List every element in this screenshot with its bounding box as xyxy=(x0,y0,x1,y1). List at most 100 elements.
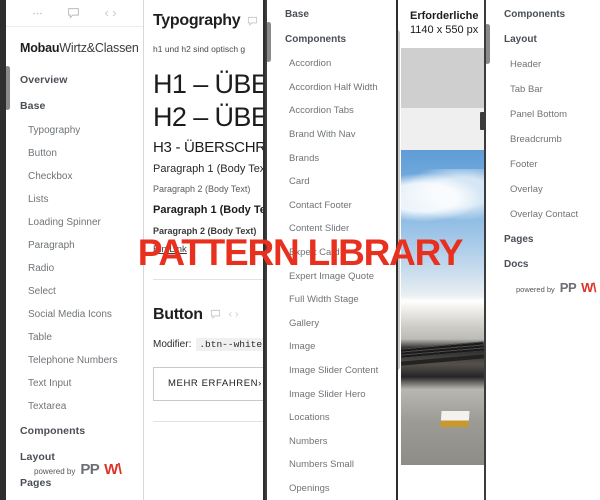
nav-item-textarea[interactable]: Textarea xyxy=(6,395,143,418)
heading-sample-h3: H3 - ÜBERSCHRIF xyxy=(153,138,263,156)
paragraph-sample-2: Paragraph 2 (Body Text) xyxy=(153,183,251,194)
nav-item-image[interactable]: Image xyxy=(267,335,396,359)
nav-item-full-width-stage[interactable]: Full Width Stage xyxy=(267,288,396,312)
nav-item-image-slider-hero[interactable]: Image Slider Hero xyxy=(267,382,396,406)
nav-item-accordion[interactable]: Accordion xyxy=(267,52,396,76)
nav-item-loading-spinner[interactable]: Loading Spinner xyxy=(6,211,143,234)
nav-item-card[interactable]: Card xyxy=(267,170,396,194)
paragraph-sample-1: Paragraph 1 (Body Tex xyxy=(153,162,263,175)
ppw-logo-dark: PP xyxy=(80,461,100,478)
nav-item-expert-card[interactable]: Expert Card xyxy=(267,241,396,265)
nav-item-brands[interactable]: Brands xyxy=(267,146,396,170)
nav-item-numbers[interactable]: Numbers xyxy=(267,430,396,454)
vertical-scrollbar[interactable] xyxy=(486,24,490,64)
nav-item-overlay[interactable]: Overlay xyxy=(486,177,600,202)
nav-item-paragraph[interactable]: Paragraph xyxy=(6,234,143,257)
speech-bubble-icon[interactable] xyxy=(67,7,80,20)
panel-toolbar xyxy=(6,0,143,27)
typography-title-text: Typography xyxy=(153,12,241,29)
nav-item-expert-image-quote[interactable]: Expert Image Quote xyxy=(267,264,396,288)
nav-item-overview[interactable]: Overview xyxy=(6,67,143,93)
mehr-erfahren-button[interactable]: MEHR ERFAHREN › xyxy=(153,366,263,401)
chevron-right-icon: › xyxy=(258,378,262,390)
nav-item-components[interactable]: Components xyxy=(267,27,396,52)
nav-item-breadcrumb[interactable]: Breadcrumb xyxy=(486,127,600,152)
nav-item-select[interactable]: Select xyxy=(6,280,143,303)
vertical-scrollbar[interactable] xyxy=(267,22,271,62)
nav-item-openings[interactable]: Openings xyxy=(267,477,396,500)
nav-item-docs[interactable]: Docs xyxy=(6,496,143,500)
section-divider-2 xyxy=(153,420,263,422)
screenshot-stage: MobauWirtz&Classen Overview Base Typograph… xyxy=(0,0,600,500)
nav-item-layout[interactable]: Layout xyxy=(486,27,600,52)
paragraph-sample-2-bold: Paragraph 2 (Body Text) xyxy=(153,225,257,236)
vertical-scrollbar[interactable] xyxy=(398,30,400,370)
vertical-scrollbar[interactable] xyxy=(6,66,10,110)
code-brackets-icon[interactable] xyxy=(228,310,239,319)
nav-item-contact-footer[interactable]: Contact Footer xyxy=(267,194,396,218)
nav-item-accordion-half-width[interactable]: Accordion Half Width xyxy=(267,76,396,100)
typography-preview-panel: Typography h1 und h2 sind optisch g H1 –… xyxy=(144,0,263,500)
placeholder-band-gray xyxy=(401,48,484,108)
building-facade-photo xyxy=(401,150,484,465)
nav-item-telephone-numbers[interactable]: Telephone Numbers xyxy=(6,349,143,372)
nav-item-components[interactable]: Components xyxy=(486,2,600,27)
nav-item-docs[interactable]: Docs xyxy=(486,252,600,277)
nav-item-panel-bottom[interactable]: Panel Bottom xyxy=(486,102,600,127)
nav-item-content-slider[interactable]: Content Slider xyxy=(267,217,396,241)
brand-title: MobauWirtz&Classen xyxy=(6,27,143,55)
nav-list: Overview Base Typography Button Checkbox List… xyxy=(6,55,143,500)
nav-item-typography[interactable]: Typography xyxy=(6,119,143,142)
link-sample[interactable]: Ein Link xyxy=(153,244,187,255)
ppw-logo-dark: PP xyxy=(559,280,577,295)
button-section-title: Button xyxy=(153,306,263,324)
mehr-erfahren-button-label: MEHR ERFAHREN xyxy=(168,378,259,390)
modifier-value: .btn--white xyxy=(196,337,263,351)
modifier-row: Modifier: .btn--white xyxy=(153,337,263,351)
nav-item-gallery[interactable]: Gallery xyxy=(267,312,396,336)
nav-item-radio[interactable]: Radio xyxy=(6,257,143,280)
nav-item-numbers-small[interactable]: Numbers Small xyxy=(267,453,396,477)
nav-panel: MobauWirtz&Classen Overview Base Typograph… xyxy=(6,0,144,500)
ppw-logo-red: W\ xyxy=(581,280,597,295)
powered-by-logo: powered by PP W\ xyxy=(34,461,122,478)
ellipsis-icon[interactable] xyxy=(32,8,43,19)
nav-item-tab-bar[interactable]: Tab Bar xyxy=(486,77,600,102)
image-preview-panel: Erforderliche 1140 x 550 px xyxy=(398,0,484,500)
nav-item-button[interactable]: Button xyxy=(6,142,143,165)
nav-item-table[interactable]: Table xyxy=(6,326,143,349)
speech-bubble-icon[interactable] xyxy=(247,16,258,27)
nav-item-base[interactable]: Base xyxy=(267,2,396,27)
placeholder-band-light xyxy=(401,108,484,150)
nav-item-text-input[interactable]: Text Input xyxy=(6,372,143,395)
preview-image-block xyxy=(401,48,484,465)
nav-item-footer[interactable]: Footer xyxy=(486,152,600,177)
heading-sample-h1: H1 – ÜBER xyxy=(153,69,263,99)
typography-note: h1 und h2 sind optisch g xyxy=(153,44,246,54)
nav-item-checkbox[interactable]: Checkbox xyxy=(6,165,143,188)
nav-item-lists[interactable]: Lists xyxy=(6,188,143,211)
sky-clouds xyxy=(401,168,484,226)
button-title-text: Button xyxy=(153,305,203,323)
nav-item-header[interactable]: Header xyxy=(486,52,600,77)
nav-item-accordion-tabs[interactable]: Accordion Tabs xyxy=(267,99,396,123)
paragraph-sample-1-bold: Paragraph 1 (Body Tex xyxy=(153,203,263,216)
components-nav-panel: Base Components Accordion Accordion Half Wi… xyxy=(265,0,396,500)
nav-item-social-media-icons[interactable]: Social Media Icons xyxy=(6,303,143,326)
typography-section-title: Typography xyxy=(153,12,263,30)
nav-item-components[interactable]: Components xyxy=(6,418,143,444)
wall-lamp xyxy=(440,411,470,428)
nav-item-overlay-contact[interactable]: Overlay Contact xyxy=(486,202,600,227)
code-brackets-icon[interactable] xyxy=(104,8,117,19)
brand-regular: Wirtz&Classen xyxy=(59,41,139,55)
powered-by-label: powered by xyxy=(34,467,76,476)
speech-bubble-icon[interactable] xyxy=(210,309,221,320)
powered-by-logo: powered by PP W\ xyxy=(516,280,597,295)
nav-item-brand-with-nav[interactable]: Brand With Nav xyxy=(267,123,396,147)
heading-sample-h2: H2 – ÜBER xyxy=(153,102,263,133)
nav-item-locations[interactable]: Locations xyxy=(267,406,396,430)
nav-item-pages[interactable]: Pages xyxy=(486,227,600,252)
nav-item-image-slider-content[interactable]: Image Slider Content xyxy=(267,359,396,383)
layout-nav-list: Components Layout Header Tab Bar Panel Botto… xyxy=(486,0,600,277)
nav-item-base[interactable]: Base xyxy=(6,93,143,119)
